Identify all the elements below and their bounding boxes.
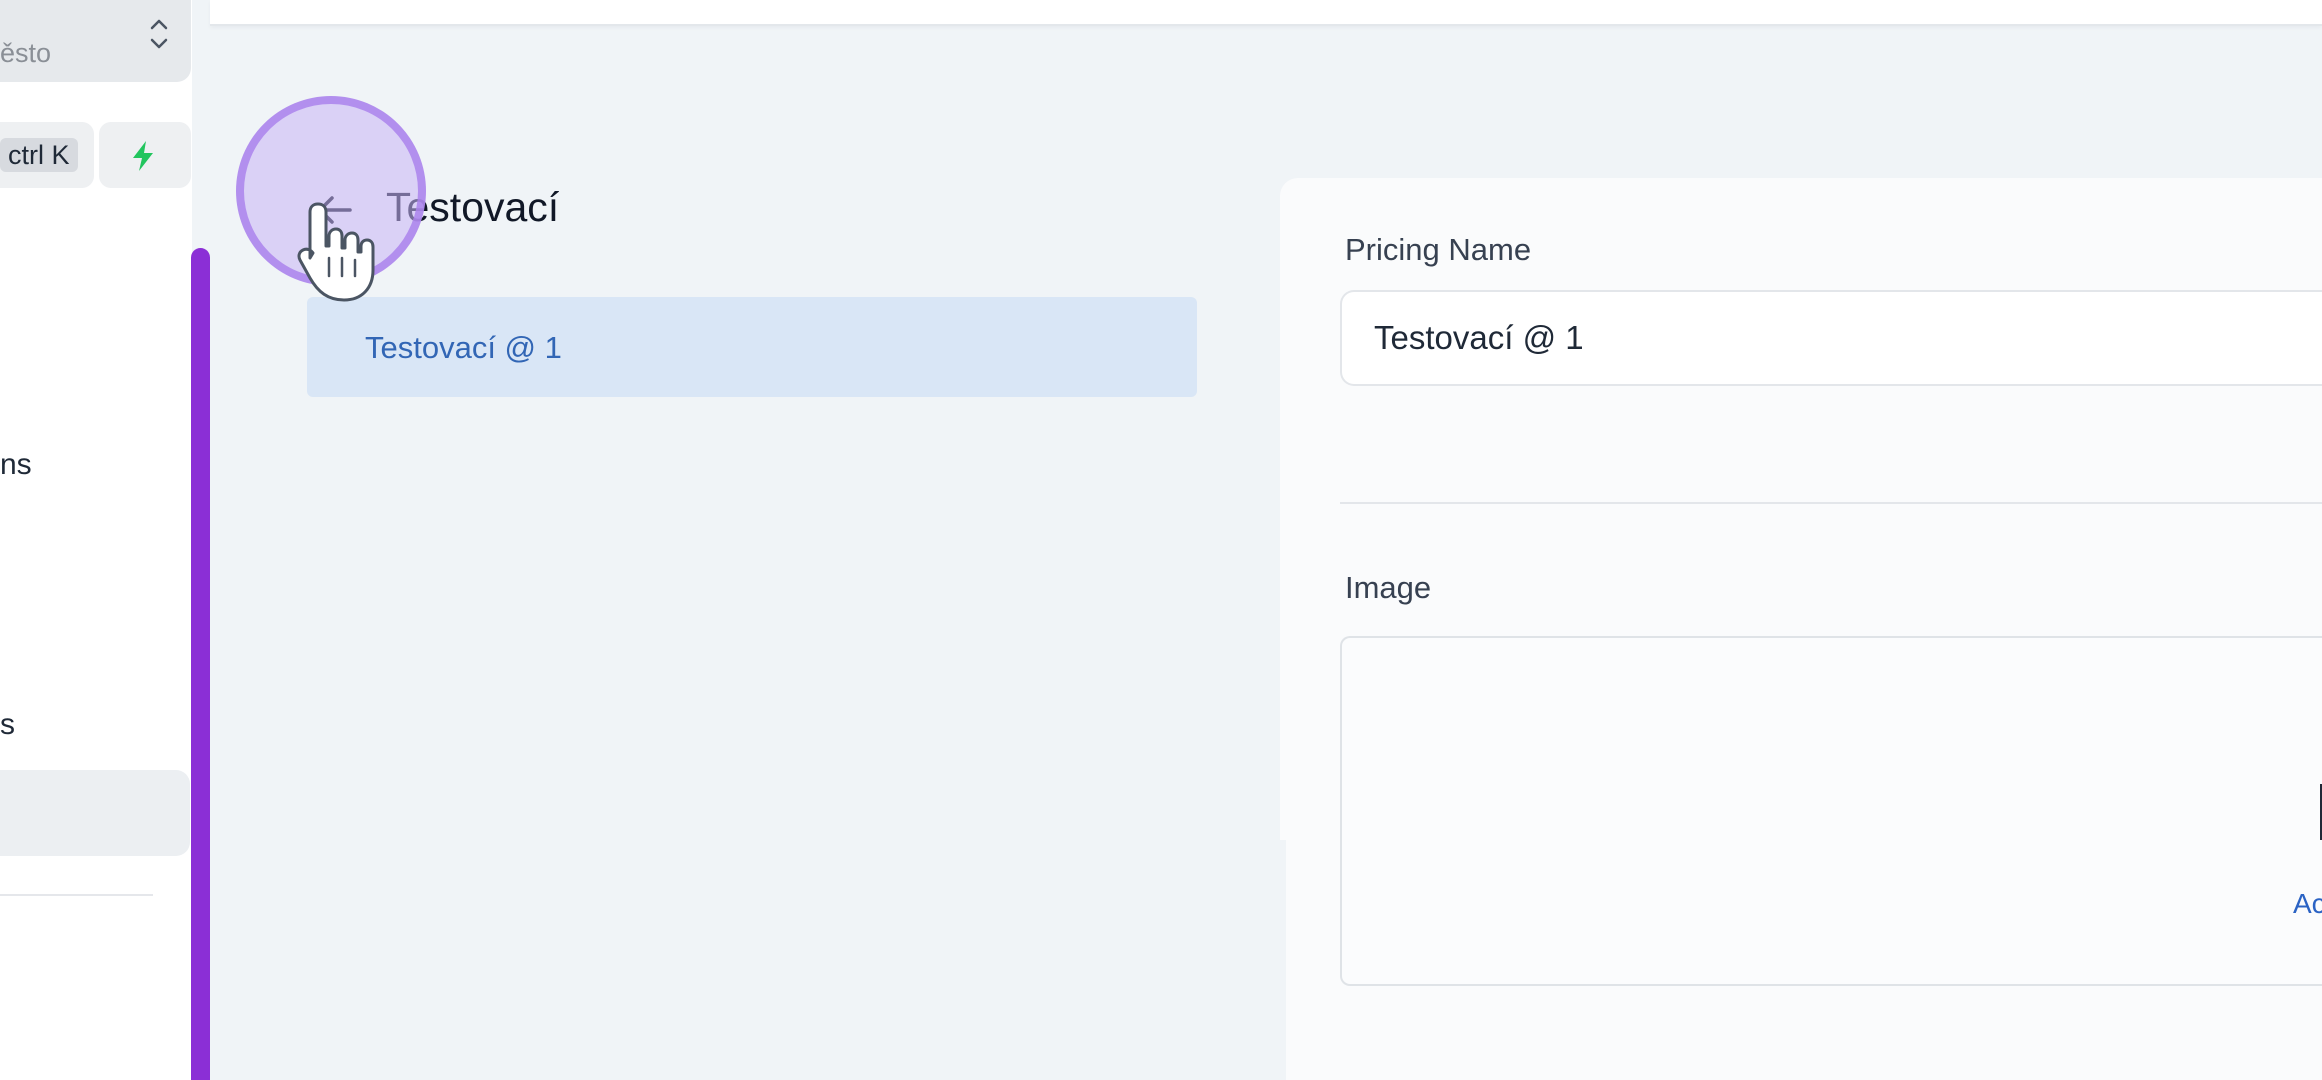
hand-pointer-icon xyxy=(297,202,375,302)
image-dropzone[interactable]: Ac xyxy=(1340,636,2322,986)
workspace-select[interactable]: ěsto xyxy=(0,0,191,82)
sidebar-item-label[interactable]: s xyxy=(0,708,15,742)
quick-action-button[interactable] xyxy=(99,122,191,188)
pricing-name-input[interactable] xyxy=(1340,290,2322,386)
chevron-up-down-icon xyxy=(150,19,168,49)
keyboard-shortcut-badge: ctrl K xyxy=(0,138,78,172)
pricing-name-label: Pricing Name xyxy=(1345,232,1532,267)
image-label: Image xyxy=(1345,570,1432,605)
sidebar: ěsto ctrl K ns s xyxy=(0,0,192,1080)
sidebar-item-label[interactable]: ns xyxy=(0,448,32,482)
top-bar xyxy=(210,0,2322,26)
form-divider xyxy=(1340,502,2322,504)
add-image-link[interactable]: Ac xyxy=(2293,888,2322,920)
search-button[interactable]: ctrl K xyxy=(0,122,94,188)
pricing-list-item[interactable]: Testovací @ 1 xyxy=(307,297,1197,397)
search-shortcut-row: ctrl K xyxy=(0,122,192,190)
lightning-bolt-icon xyxy=(133,141,153,171)
sidebar-scroll-accent[interactable] xyxy=(191,248,210,1080)
sidebar-item-active[interactable] xyxy=(0,770,190,856)
list-item-label: Testovací @ 1 xyxy=(365,330,562,365)
card-edge xyxy=(1280,840,1286,1080)
workspace-select-value: ěsto xyxy=(0,38,52,68)
sidebar-divider xyxy=(0,894,153,896)
